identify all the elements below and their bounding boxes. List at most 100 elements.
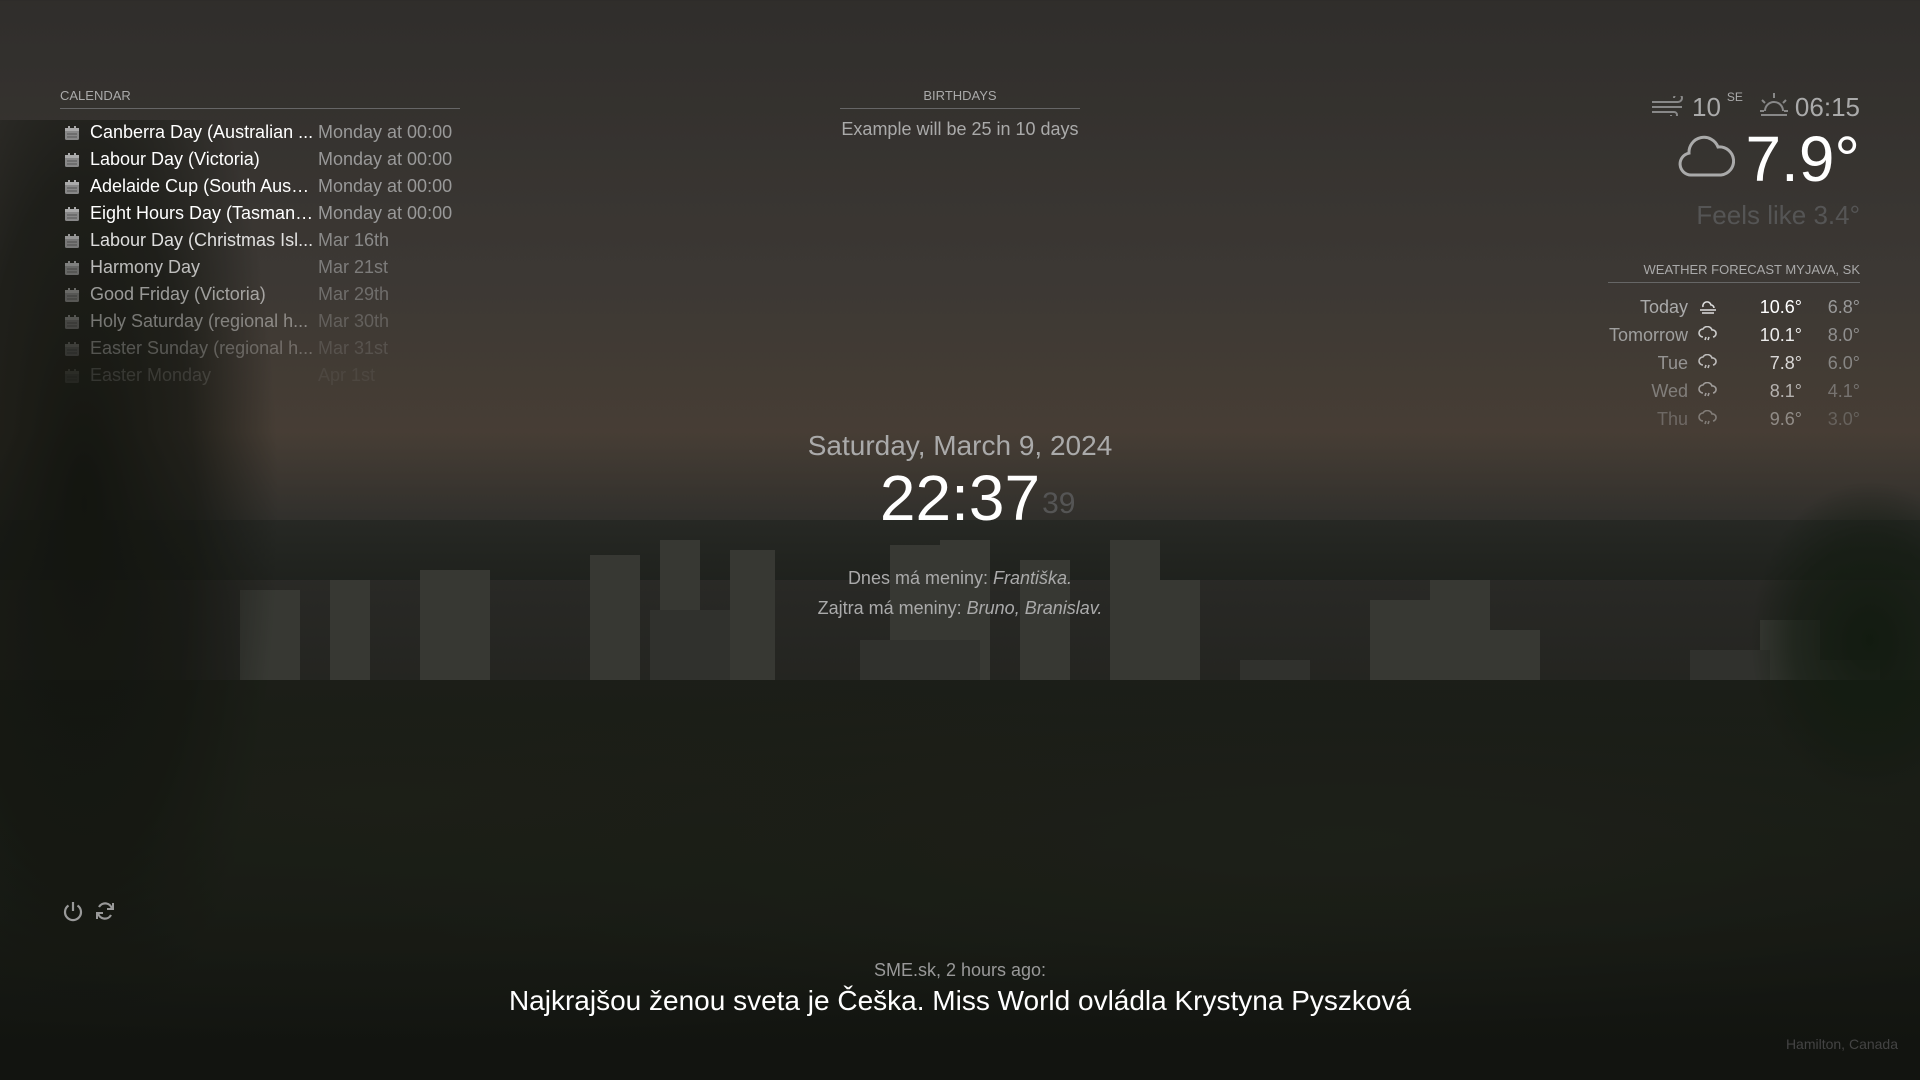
forecast-day-row: Tue 7.8° 6.0° [1608, 349, 1860, 377]
forecast-max-temp: 10.6° [1759, 296, 1802, 317]
calendar-event: Labour Day (Christmas Isl... Mar 16th [60, 227, 460, 254]
calendar-icon [64, 206, 84, 222]
nameday-tomorrow: Zajtra má meniny: Bruno, Branislav. [0, 593, 1920, 623]
calendar-event-time: Mar 21st [318, 257, 389, 277]
forecast-day-row: Wed 8.1° 4.1° [1608, 377, 1860, 405]
forecast-header: WEATHER FORECAST MYJAVA, SK [1608, 262, 1860, 283]
calendar-event-time: Apr 1st [318, 365, 376, 385]
rain-icon [1688, 382, 1728, 400]
sunrise-time: 06:15 [1794, 91, 1860, 122]
forecast-day: Tue [1657, 352, 1688, 373]
calendar-event: Labour Day (Victoria) Monday at 00:00 [60, 146, 460, 173]
forecast-min-temp: 4.1° [1827, 380, 1860, 401]
forecast-min-temp: 8.0° [1827, 324, 1860, 345]
refresh-icon [96, 902, 114, 920]
calendar-event-title: Eight Hours Day (Tasmania... [90, 203, 314, 223]
forecast-day: Tomorrow [1608, 324, 1688, 345]
calendar-icon [64, 233, 84, 249]
rain-icon [1688, 326, 1728, 344]
fog-icon [1688, 298, 1728, 316]
clock-hours-minutes: 22:37 [879, 462, 1041, 534]
nameday-today-names: Františka. [993, 568, 1073, 588]
birthdays-module: BIRTHDAYS Example will be 25 in 10 days [840, 88, 1080, 140]
calendar-icon [64, 125, 84, 141]
calendar-icon [64, 152, 84, 168]
clock-seconds: 39 [1042, 487, 1076, 520]
birthday-entry: Example will be 25 in 10 days [841, 119, 1079, 139]
calendar-icon [64, 314, 84, 330]
calendar-icon [64, 287, 84, 303]
forecast-max-temp: 10.1° [1759, 324, 1802, 345]
forecast-min-temp: 6.8° [1827, 296, 1860, 317]
calendar-event-time: Monday at 00:00 [318, 203, 453, 223]
newsfeed-module: SME.sk, 2 hours ago: Najkrajšou ženou sv… [0, 958, 1920, 1020]
calendar-event-title: Easter Sunday (regional h... [90, 338, 314, 358]
current-weather-module: 10 SE 06:15 7.9° Feels like 3.4° [1600, 90, 1860, 231]
clock-date: Saturday, March 9, 2024 [807, 430, 1113, 461]
calendar-event: Good Friday (Victoria) Mar 29th [60, 281, 460, 308]
forecast-day-row: Tomorrow 10.1° 8.0° [1608, 321, 1860, 349]
forecast-min-temp: 3.0° [1827, 408, 1860, 429]
calendar-event-title: Labour Day (Christmas Isl... [90, 230, 314, 250]
forecast-day-row: Today 10.6° 6.8° [1608, 293, 1860, 321]
calendar-event: Holy Saturday (regional h... Mar 30th [60, 308, 460, 335]
forecast-max-temp: 9.6° [1769, 408, 1802, 429]
news-source: SME.sk, 2 hours ago: [873, 960, 1047, 980]
nameday-tomorrow-label: Zajtra má meniny: [817, 598, 962, 618]
power-icon [63, 902, 83, 922]
nameday-tomorrow-names: Bruno, Branislav. [966, 598, 1103, 618]
forecast-max-temp: 7.8° [1769, 352, 1802, 373]
calendar-event-list: Canberra Day (Australian ... Monday at 00… [60, 119, 460, 389]
clock-module: Saturday, March 9, 2024 22:37 39 [0, 428, 1920, 532]
weather-forecast-module: WEATHER FORECAST MYJAVA, SK Today 10.6° 6.… [1608, 262, 1860, 433]
calendar-event-title: Adelaide Cup (South Austr... [90, 176, 314, 196]
forecast-min-temp: 6.0° [1827, 352, 1860, 373]
calendar-event-time: Monday at 00:00 [318, 122, 453, 142]
rain-icon [1688, 410, 1728, 428]
calendar-module: CALENDAR Canberra Day (Australian ... Mon… [60, 88, 460, 389]
forecast-day: Thu [1656, 408, 1688, 429]
clock-time: 22:37 39 [879, 462, 1076, 534]
forecast-day: Today [1639, 296, 1688, 317]
calendar-event: Canberra Day (Australian ... Monday at 00… [60, 119, 460, 146]
calendar-icon [64, 368, 84, 384]
nameday-today: Dnes má meniny: Františka. [0, 563, 1920, 593]
background-location: Hamilton, Canada [1785, 1036, 1898, 1052]
calendar-event: Adelaide Cup (South Austr... Monday at 00… [60, 173, 460, 200]
calendar-icon [64, 260, 84, 276]
calendar-event: Harmony Day Mar 21st [60, 254, 460, 281]
current-temperature: 7.9° [1745, 123, 1860, 195]
forecast-max-temp: 8.1° [1769, 380, 1802, 401]
calendar-icon [64, 341, 84, 357]
calendar-event-time: Mar 29th [318, 284, 390, 304]
calendar-event-time: Mar 30th [318, 311, 390, 331]
calendar-header: CALENDAR [60, 88, 460, 109]
wind-speed: 10 [1691, 91, 1721, 122]
wind-direction: SE [1726, 90, 1743, 104]
forecast-list: Today 10.6° 6.8° Tomorrow 10.1° 8.0° Tue 7.8° 6.… [1608, 293, 1860, 433]
news-headline: Najkrajšou ženou sveta je Češka. Miss Wo… [508, 985, 1412, 1016]
feels-like: Feels like 3.4° [1696, 200, 1860, 230]
calendar-event-time: Monday at 00:00 [318, 176, 453, 196]
rain-icon [1688, 354, 1728, 372]
calendar-event-title: Good Friday (Victoria) [90, 284, 266, 304]
cloud-icon [1677, 135, 1736, 184]
calendar-event: Easter Sunday (regional h... Mar 31st [60, 335, 460, 362]
forecast-day: Wed [1651, 380, 1688, 401]
calendar-event-time: Mar 31st [318, 338, 389, 358]
system-controls [62, 900, 116, 922]
wind-icon [1650, 92, 1686, 123]
calendar-event-time: Mar 16th [318, 230, 390, 250]
calendar-event: Eight Hours Day (Tasmania... Monday at 00… [60, 200, 460, 227]
calendar-event-title: Canberra Day (Australian ... [90, 122, 314, 142]
calendar-icon [64, 179, 84, 195]
calendar-event-title: Holy Saturday (regional h... [90, 311, 309, 331]
calendar-event-title: Labour Day (Victoria) [90, 149, 260, 169]
sunrise-icon [1759, 91, 1789, 124]
refresh-button[interactable] [94, 900, 116, 922]
birthdays-header: BIRTHDAYS [840, 88, 1080, 109]
namedays-module: Dnes má meniny: Františka. Zajtra má men… [0, 563, 1920, 623]
power-button[interactable] [62, 900, 84, 922]
calendar-event: Easter Monday Apr 1st [60, 362, 460, 389]
calendar-event-title: Easter Monday [90, 365, 212, 385]
